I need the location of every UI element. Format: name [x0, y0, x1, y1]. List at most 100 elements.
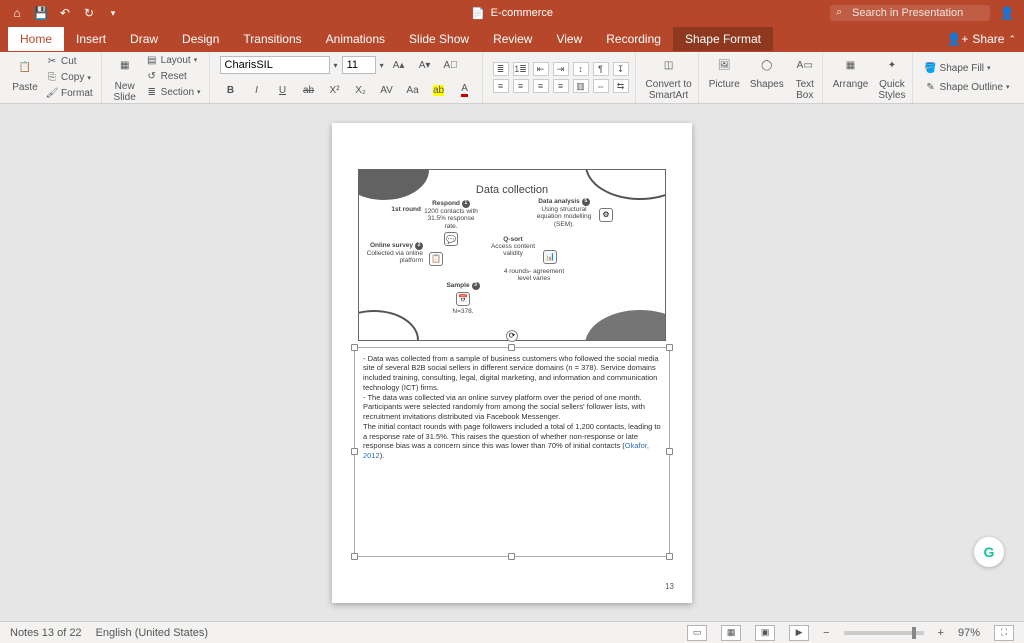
reading-view-button[interactable]: ▣ [755, 625, 775, 641]
resize-handle[interactable] [666, 448, 673, 455]
user-avatar-icon[interactable]: 👤 [1000, 6, 1014, 20]
shrink-font-button[interactable]: A▾ [414, 54, 436, 76]
slideshow-view-button[interactable]: ▶ [789, 625, 809, 641]
tab-insert[interactable]: Insert [64, 27, 118, 51]
tab-recording[interactable]: Recording [594, 27, 673, 51]
textbox-button[interactable]: A▭ [794, 55, 816, 77]
redo-icon[interactable]: ↻ [82, 6, 96, 20]
file-icon: 📄 [471, 7, 485, 20]
language-indicator[interactable]: English (United States) [96, 627, 209, 639]
quickaccess-dropdown-icon[interactable]: ▾ [106, 6, 120, 20]
resize-handle[interactable] [666, 553, 673, 560]
tab-review[interactable]: Review [481, 27, 544, 51]
text-direction-button[interactable]: ¶ [593, 62, 609, 76]
copy-button[interactable]: ⎘Copy▾ [44, 70, 95, 85]
tab-design[interactable]: Design [170, 27, 231, 51]
save-icon[interactable]: 💾 [34, 6, 48, 20]
shape-fill-button[interactable]: 🪣Shape Fill▾ [923, 61, 1012, 76]
sorter-view-button[interactable]: ▦ [721, 625, 741, 641]
convert-smartart-button[interactable]: ◫ [656, 55, 682, 77]
columns-button[interactable]: ▥ [573, 79, 589, 93]
size-dropdown-icon[interactable]: ▾ [380, 61, 384, 70]
increase-indent-button[interactable]: ⇥ [553, 62, 569, 76]
superscript-button[interactable]: X² [324, 79, 346, 101]
fit-to-window-button[interactable]: ⛶ [994, 625, 1014, 641]
italic-button[interactable]: I [246, 79, 268, 101]
resize-handle[interactable] [351, 448, 358, 455]
font-group: ▾ ▾ A▴ A▾ A⃠ B I U ab X² X₂ AV Aa ab A [214, 52, 483, 103]
resize-handle[interactable] [666, 344, 673, 351]
zoom-level[interactable]: 97% [958, 627, 980, 639]
arrange-group: ▦Arrange ✦Quick Styles [827, 52, 913, 103]
decorative-blob [358, 310, 419, 341]
underline-button[interactable]: U [272, 79, 294, 101]
align-text-button[interactable]: ↧ [613, 62, 629, 76]
align-left-button[interactable]: ≡ [493, 79, 509, 93]
share-button[interactable]: 👤+Share⌃ [946, 32, 1016, 46]
font-name-select[interactable] [220, 56, 330, 74]
shape-outline-button[interactable]: ✎Shape Outline▾ [923, 80, 1012, 95]
arrange-button[interactable]: ▦ [840, 55, 862, 77]
slide[interactable]: Data collection 1st round Respond11200 c… [332, 123, 692, 603]
strikethrough-button[interactable]: ab [298, 79, 320, 101]
font-color-button[interactable]: A [454, 79, 476, 101]
tab-transitions[interactable]: Transitions [231, 27, 313, 51]
align-center-button[interactable]: ≡ [513, 79, 529, 93]
numbering-button[interactable]: 1≣ [513, 62, 529, 76]
textbox-content[interactable]: - Data was collected from a sample of bu… [355, 348, 669, 467]
clear-formatting-button[interactable]: A⃠ [440, 54, 462, 76]
align-right-button[interactable]: ≡ [533, 79, 549, 93]
rtl-button[interactable]: ⇆ [613, 79, 629, 93]
line-spacing-button[interactable]: ↕ [573, 62, 589, 76]
resize-handle[interactable] [351, 344, 358, 351]
normal-view-button[interactable]: ▭ [687, 625, 707, 641]
grow-font-button[interactable]: A▴ [388, 54, 410, 76]
chart-icon: 📊 [543, 250, 557, 264]
decrease-indent-button[interactable]: ⇤ [533, 62, 549, 76]
tab-shape-format[interactable]: Shape Format [673, 27, 773, 51]
bullets-button[interactable]: ≣ [493, 62, 509, 76]
change-case-button[interactable]: Aa [402, 79, 424, 101]
data-collection-graphic[interactable]: Data collection 1st round Respond11200 c… [358, 169, 666, 341]
home-icon[interactable]: ⌂ [10, 6, 24, 20]
bucket-icon: 🪣 [925, 62, 937, 74]
layout-button[interactable]: ▤Layout▾ [144, 53, 203, 68]
highlight-button[interactable]: ab [428, 79, 450, 101]
new-slide-button[interactable]: ▦ [112, 53, 138, 79]
cut-button[interactable]: ✂Cut [44, 54, 95, 69]
tab-draw[interactable]: Draw [118, 27, 170, 51]
tab-view[interactable]: View [544, 27, 594, 51]
tab-animations[interactable]: Animations [314, 27, 397, 51]
zoom-slider[interactable] [844, 631, 924, 635]
pen-icon: ✎ [925, 81, 937, 93]
notes-count[interactable]: Notes 13 of 22 [10, 627, 82, 639]
rotate-handle[interactable]: ⟳ [506, 330, 518, 342]
distribute-button[interactable]: ⇔ [593, 79, 609, 93]
paste-button[interactable]: 📋 [12, 54, 38, 80]
selected-textbox[interactable]: ⟳ - Data was collected from a sample of … [354, 347, 670, 557]
font-size-select[interactable] [342, 56, 376, 74]
section-button[interactable]: ≣Section▾ [144, 85, 203, 100]
zoom-in-button[interactable]: + [938, 627, 944, 639]
picture-button[interactable]: 🖼 [713, 55, 735, 77]
resize-handle[interactable] [508, 553, 515, 560]
justify-button[interactable]: ≡ [553, 79, 569, 93]
resize-handle[interactable] [351, 553, 358, 560]
reset-button[interactable]: ↺Reset [144, 69, 203, 84]
paragraph-2: - The data was collected via an online s… [363, 393, 645, 422]
grammarly-badge[interactable]: G [974, 537, 1004, 567]
undo-icon[interactable]: ↶ [58, 6, 72, 20]
shapes-button[interactable]: ◯ [756, 55, 778, 77]
resize-handle[interactable] [508, 344, 515, 351]
format-painter-button[interactable]: 🖌Format [44, 86, 95, 101]
subscript-button[interactable]: X₂ [350, 79, 372, 101]
slide-canvas[interactable]: Data collection 1st round Respond11200 c… [0, 104, 1024, 621]
quick-styles-button[interactable]: ✦ [881, 55, 903, 77]
bold-button[interactable]: B [220, 79, 242, 101]
tab-home[interactable]: Home [8, 27, 64, 51]
zoom-out-button[interactable]: − [823, 627, 829, 639]
font-dropdown-icon[interactable]: ▾ [334, 61, 338, 70]
tab-slideshow[interactable]: Slide Show [397, 27, 481, 51]
char-spacing-button[interactable]: AV [376, 79, 398, 101]
search-input[interactable]: Search in Presentation [830, 5, 990, 21]
